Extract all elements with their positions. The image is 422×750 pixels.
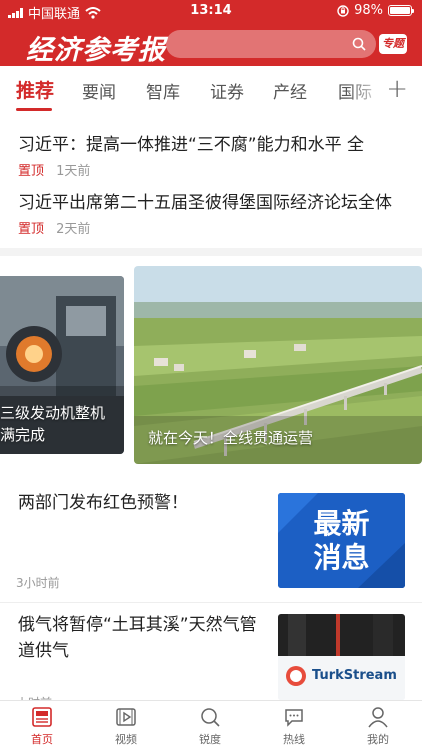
news-title: 习近平出席第二十五届圣彼得堡国际经济论坛全体 [18,193,392,213]
battery-icon [388,5,414,16]
battery-percent: 98% [354,3,383,18]
thumbnail-text: TurkStream [312,668,397,683]
tab-thinktank[interactable]: 智库 [146,78,180,103]
chat-icon [285,709,303,727]
person-icon [368,707,388,728]
pinned-news-item[interactable]: 习近平出席第二十五届圣彼得堡国际经济论坛全体 置顶 2天前 [0,188,422,248]
tab-industry[interactable]: 产经 [273,78,307,103]
app-header: 经济参考报 专题 [0,22,422,66]
orientation-lock-icon [337,4,349,17]
nav-hotline[interactable]: 热线 [264,706,324,747]
nav-label: 视频 [115,733,137,746]
special-topics-button[interactable]: 专题 [379,34,407,54]
search-icon [201,708,220,727]
app-logo: 经济参考报 [26,35,166,66]
top-bar: 中国联通 13:14 98% 经济参考报 专题 [0,0,422,66]
status-bar: 中国联通 13:14 98% [0,0,422,22]
nav-label: 锐度 [199,733,221,746]
thumbnail-text: 消息 [313,541,370,574]
news-title: 两部门发布红色预警！ [18,493,188,513]
news-thumbnail: TurkStream [278,614,405,700]
news-title: 俄气将暂停“土耳其溪”天然气管道供气 [18,615,257,661]
nav-label: 热线 [283,733,305,746]
news-icon [32,707,52,727]
pinned-news-item[interactable]: 习近平：提高一体推进“三不腐”能力和水平 全 置顶 1天前 [0,130,422,190]
bottom-navigation: 首页 视频 锐度 热线 我的 [0,700,422,750]
pinned-badge: 置顶 [18,222,45,237]
tab-headlines[interactable]: 要闻 [82,78,116,103]
list-separator [0,602,422,603]
nav-home[interactable]: 首页 [12,706,72,747]
tab-securities[interactable]: 证券 [210,78,244,103]
news-title: 习近平：提高一体推进“三不腐”能力和水平 全 [18,135,365,155]
add-channel-icon[interactable]: + [386,74,408,104]
news-time: 2天前 [56,222,91,237]
news-list-item[interactable]: 俄气将暂停“土耳其溪”天然气管道供气 小时前 TurkStream [0,612,422,710]
carousel-slide[interactable]: 三级发动机整机 满完成 [0,276,124,454]
nav-label: 首页 [31,733,53,746]
nav-profile[interactable]: 我的 [348,706,408,747]
search-input[interactable] [166,30,376,58]
nav-video[interactable]: 视频 [96,706,156,747]
slide-caption: 就在今天！全线贯通运营 [148,429,314,447]
category-tabs: 推荐 要闻 智库 证券 产经 国际 + [0,66,422,112]
nav-label: 我的 [367,733,389,746]
slide-caption: 满完成 [0,426,46,444]
news-list-item[interactable]: 两部门发布红色预警！ 3小时前 最新 消息 [0,490,422,600]
thumbnail-text: 最新 [313,507,370,540]
carousel-slide-active[interactable]: 就在今天！全线贯通运营 [134,266,422,464]
news-thumbnail: 最新 消息 [278,493,405,588]
tab-recommend[interactable]: 推荐 [16,76,54,103]
pinned-badge: 置顶 [18,164,45,179]
slide-caption: 三级发动机整机 [0,404,106,422]
active-tab-indicator [16,108,52,111]
news-time: 1天前 [56,164,91,179]
section-divider [0,248,422,256]
video-icon [116,708,136,726]
news-time: 3小时前 [16,576,60,590]
nav-sharpness[interactable]: 锐度 [180,706,240,747]
search-icon[interactable] [352,37,366,51]
